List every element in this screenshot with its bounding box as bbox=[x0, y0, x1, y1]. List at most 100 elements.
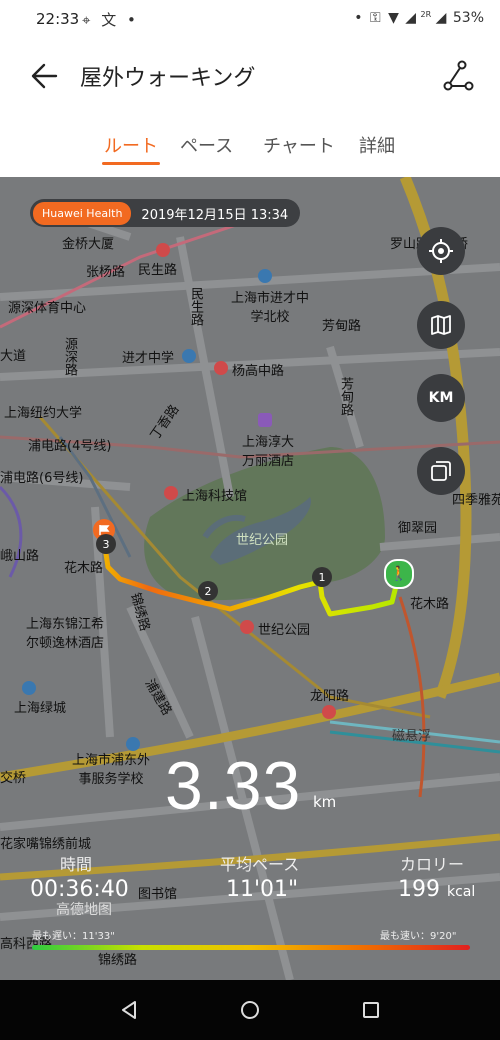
battery-level: 53% bbox=[452, 10, 484, 26]
status-bar: 22:33 ⌖ 文 • • ⚿ ▼ ◢ 2R ◢ 53% bbox=[0, 0, 500, 40]
recents-square-icon[interactable] bbox=[360, 999, 382, 1021]
distance-unit: km bbox=[313, 793, 337, 811]
km-marker-3[interactable]: 3 bbox=[96, 534, 116, 554]
school-icon bbox=[258, 269, 272, 283]
dot-icon: • bbox=[354, 10, 363, 26]
map-label: 大道 bbox=[0, 349, 27, 364]
page-title: 屋外ウォーキング bbox=[80, 66, 256, 91]
calorie-value: 199 bbox=[398, 877, 440, 902]
calorie-value-group: 199 kcal bbox=[398, 877, 475, 902]
map-label: 花木路 bbox=[410, 597, 450, 612]
school-icon bbox=[126, 737, 140, 751]
map-label: 源深路 bbox=[62, 337, 77, 376]
map-label: 花家嘴锦绣前城 bbox=[0, 837, 92, 852]
signal-icon: ◢ bbox=[435, 10, 447, 26]
time-label: 時間 bbox=[60, 855, 93, 874]
pace-gradient-bar bbox=[32, 945, 470, 950]
status-time: 22:33 bbox=[36, 10, 80, 28]
tab-details[interactable]: 詳細 bbox=[359, 132, 395, 158]
location-icon: ⌖ bbox=[82, 11, 91, 29]
map-label: 杨高中路 bbox=[232, 364, 285, 379]
metro-station-icon bbox=[322, 705, 336, 719]
map-label: 高德地图 bbox=[56, 902, 112, 918]
app-bar: 屋外ウォーキング bbox=[0, 40, 500, 110]
map-label: 上海市浦东外事服务学校 bbox=[71, 753, 150, 787]
map-label: 上海淳大万丽酒店 bbox=[241, 435, 294, 469]
map-label: 四季雅苑 bbox=[452, 493, 500, 508]
map-label: 进才中学 bbox=[122, 351, 175, 366]
map-label: 龙阳路 bbox=[310, 689, 350, 704]
park-icon bbox=[22, 681, 36, 695]
fastest-pace: 最も速い：9'20" bbox=[380, 931, 457, 942]
slowest-pace: 最も遅い：11'33" bbox=[32, 931, 115, 942]
tab-route[interactable]: ルート bbox=[104, 132, 158, 158]
map-label: 世纪公园 bbox=[258, 623, 311, 638]
map-label: 锦绣路 bbox=[98, 953, 138, 968]
record-datetime: 2019年12月15日 13:34 bbox=[141, 207, 289, 223]
tab-pace[interactable]: ペース bbox=[180, 132, 233, 158]
map-label: 浦电路(4号线) bbox=[28, 439, 112, 454]
map-label: 上海绿城 bbox=[14, 701, 67, 716]
crosshair-icon bbox=[429, 239, 453, 263]
layers-button[interactable] bbox=[417, 447, 465, 495]
map-label: 花木路 bbox=[64, 561, 104, 576]
hotel-icon bbox=[258, 413, 272, 427]
map-label: 金桥大厦 bbox=[62, 237, 115, 252]
km-marker-button[interactable]: KM bbox=[417, 374, 465, 422]
status-left-icons: ⌖ 文 • bbox=[82, 9, 136, 30]
tab-indicator bbox=[102, 162, 160, 165]
map-label: 民生路 bbox=[138, 263, 178, 278]
signal-icon: ◢ bbox=[405, 10, 417, 26]
map-label: 交桥 bbox=[0, 771, 27, 786]
km-marker-2[interactable]: 2 bbox=[198, 581, 218, 601]
system-nav-bar bbox=[0, 980, 500, 1040]
dot-icon: • bbox=[127, 11, 136, 29]
pace-label: 平均ペース bbox=[220, 855, 300, 874]
locate-button[interactable] bbox=[417, 227, 465, 275]
metro-station-icon bbox=[214, 361, 228, 375]
km-marker-1[interactable]: 1 bbox=[312, 567, 332, 587]
share-icon bbox=[443, 60, 474, 91]
wifi-icon: ▼ bbox=[388, 10, 399, 26]
map-type-button[interactable] bbox=[417, 301, 465, 349]
map-label: 民生路 bbox=[188, 287, 203, 326]
map-label: 浦电路(6号线) bbox=[0, 471, 84, 486]
calorie-label: カロリー bbox=[400, 855, 465, 874]
metro-station-icon bbox=[164, 486, 178, 500]
tab-bar: ルート ペース チャート 詳細 bbox=[0, 112, 500, 176]
layers-icon bbox=[431, 461, 451, 481]
calorie-unit: kcal bbox=[447, 884, 476, 900]
arrow-left-icon bbox=[31, 63, 58, 89]
map-label: 图书馆 bbox=[138, 887, 178, 902]
back-button[interactable] bbox=[26, 56, 66, 96]
school-icon bbox=[182, 349, 196, 363]
route-map[interactable]: 金桥大厦 张杨路 民生路 罗山路东交桥 源深体育中心 上海市进才中学北校 芳甸路… bbox=[0, 177, 500, 980]
map-label: 张杨路 bbox=[86, 265, 126, 280]
map-label: 芳甸路 bbox=[322, 319, 362, 334]
metro-station-icon bbox=[156, 243, 170, 257]
map-label: 上海纽约大学 bbox=[4, 406, 83, 421]
map-label: 世纪公园 bbox=[236, 533, 289, 548]
map-label: 御翠园 bbox=[398, 521, 438, 536]
distance-value: 3.33 bbox=[165, 748, 302, 824]
map-label: 芳甸路 bbox=[338, 377, 353, 416]
map-label: 上海东锦江希尔顿逸林酒店 bbox=[25, 617, 104, 651]
brand-label: Huawei Health bbox=[33, 201, 132, 225]
map-label: 上海科技馆 bbox=[182, 489, 248, 504]
pace-value: 11'01" bbox=[226, 877, 299, 902]
translate-icon: 文 bbox=[101, 11, 117, 29]
time-value: 00:36:40 bbox=[30, 877, 129, 902]
back-triangle-icon[interactable] bbox=[118, 999, 140, 1021]
map-label: 源深体育中心 bbox=[8, 301, 87, 316]
key-icon: ⚿ bbox=[369, 10, 381, 26]
start-marker[interactable]: 🚶 bbox=[384, 559, 414, 589]
status-right-icons: • ⚿ ▼ ◢ 2R ◢ 53% bbox=[354, 10, 484, 26]
record-badge: Huawei Health 2019年12月15日 13:34 bbox=[30, 199, 301, 227]
home-circle-icon[interactable] bbox=[239, 999, 261, 1021]
map-label: 峨山路 bbox=[0, 549, 40, 564]
map-label: 上海市进才中学北校 bbox=[230, 291, 309, 325]
tab-chart[interactable]: チャート bbox=[263, 132, 335, 158]
map-icon bbox=[431, 315, 451, 335]
network-badge: 2R bbox=[420, 10, 432, 19]
share-button[interactable] bbox=[438, 56, 478, 96]
